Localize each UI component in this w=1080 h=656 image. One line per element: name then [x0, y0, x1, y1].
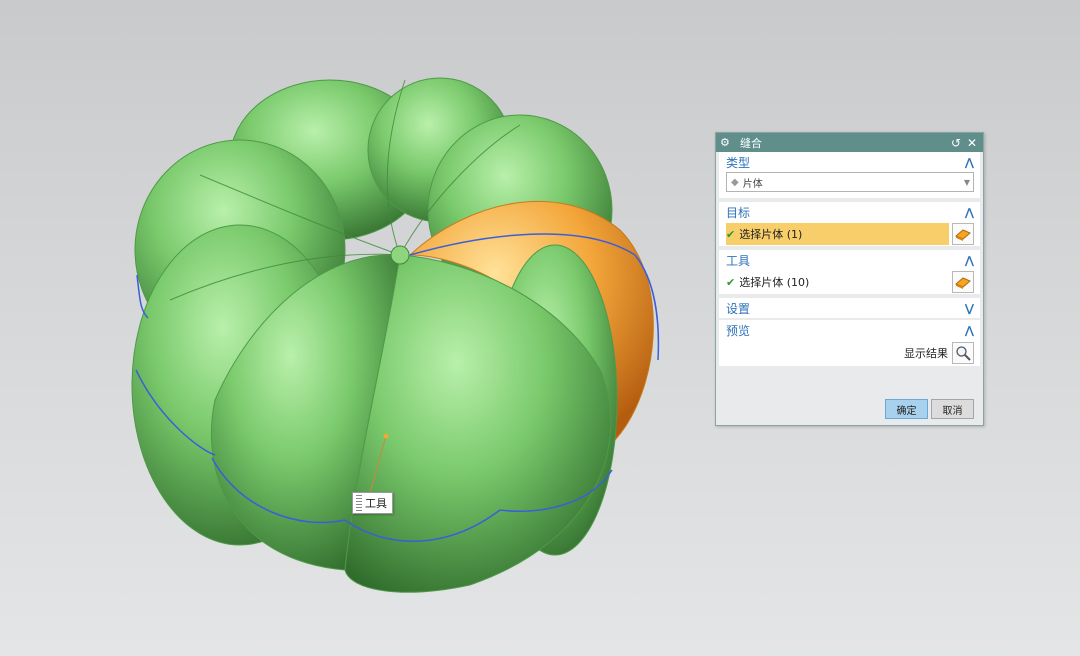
section-target-header[interactable]: 目标 ⋀: [719, 202, 980, 222]
select-sheet-button[interactable]: [952, 271, 974, 293]
tooltip-anchor-point: [383, 433, 389, 439]
reset-icon[interactable]: ↺: [949, 136, 963, 150]
section-preview-header[interactable]: 预览 ⋀: [719, 320, 980, 340]
tooltip-label: 工具: [365, 497, 387, 510]
section-type-label: 类型: [726, 155, 751, 170]
section-settings-label: 设置: [726, 301, 751, 316]
stem-point[interactable]: [390, 245, 410, 265]
section-settings-header[interactable]: 设置 ⋁: [719, 298, 980, 318]
section-type-header[interactable]: 类型 ⋀: [719, 152, 980, 172]
section-tool-header[interactable]: 工具 ⋀: [719, 250, 980, 270]
show-result-row: 显示结果: [719, 340, 980, 366]
close-icon[interactable]: ✕: [965, 136, 979, 150]
tool-select-label: 选择片体 (10): [739, 276, 810, 289]
section-preview: 预览 ⋀ 显示结果: [719, 320, 980, 370]
check-icon: ✔: [726, 227, 736, 241]
chevron-up-icon[interactable]: ⋀: [965, 156, 974, 169]
magnifier-icon: [956, 346, 971, 361]
target-select-label: 选择片体 (1): [739, 228, 803, 241]
sheet-select-icon: [955, 229, 971, 241]
dialog-title: 缝合: [740, 136, 762, 150]
sheet-body-icon: ◆: [731, 176, 739, 188]
section-tool-label: 工具: [726, 253, 751, 268]
select-sheet-button[interactable]: [952, 223, 974, 245]
cancel-button[interactable]: 取消: [931, 399, 974, 419]
show-result-button[interactable]: [952, 342, 974, 364]
chevron-up-icon[interactable]: ⋀: [965, 254, 974, 267]
tool-select-row[interactable]: ✔ 选择片体 (10): [719, 270, 980, 294]
section-target: 目标 ⋀ ✔ 选择片体 (1): [719, 202, 980, 250]
section-settings: 设置 ⋁: [719, 298, 980, 320]
dialog-buttons: 确定 取消: [885, 399, 974, 419]
ok-button[interactable]: 确定: [885, 399, 928, 419]
grip-icon[interactable]: [356, 495, 362, 511]
type-combo[interactable]: ◆ 片体 ▼: [726, 172, 974, 192]
check-icon: ✔: [726, 275, 736, 289]
section-tool: 工具 ⋀ ✔ 选择片体 (10): [719, 250, 980, 298]
section-target-label: 目标: [726, 205, 751, 220]
sew-dialog: ⚙ 缝合 ↺ ✕ 类型 ⋀ ◆ 片体 ▼ 目标 ⋀ ✔ 选择片体 (1) 工具 …: [715, 132, 984, 426]
show-result-label: 显示结果: [904, 347, 948, 360]
chevron-up-icon[interactable]: ⋀: [965, 206, 974, 219]
section-type: 类型 ⋀ ◆ 片体 ▼: [719, 152, 980, 202]
sheet-select-icon: [955, 277, 971, 289]
chevron-up-icon[interactable]: ⋀: [965, 324, 974, 337]
gear-icon: ⚙: [720, 136, 730, 149]
tool-tooltip: 工具: [352, 492, 393, 514]
target-select-row[interactable]: ✔ 选择片体 (1): [719, 222, 980, 246]
chevron-down-icon[interactable]: ▼: [961, 178, 973, 187]
chevron-down-icon[interactable]: ⋁: [965, 302, 974, 315]
type-combo-value: 片体: [742, 178, 763, 190]
dialog-titlebar[interactable]: ⚙ 缝合 ↺ ✕: [716, 133, 983, 152]
section-preview-label: 预览: [726, 323, 751, 338]
